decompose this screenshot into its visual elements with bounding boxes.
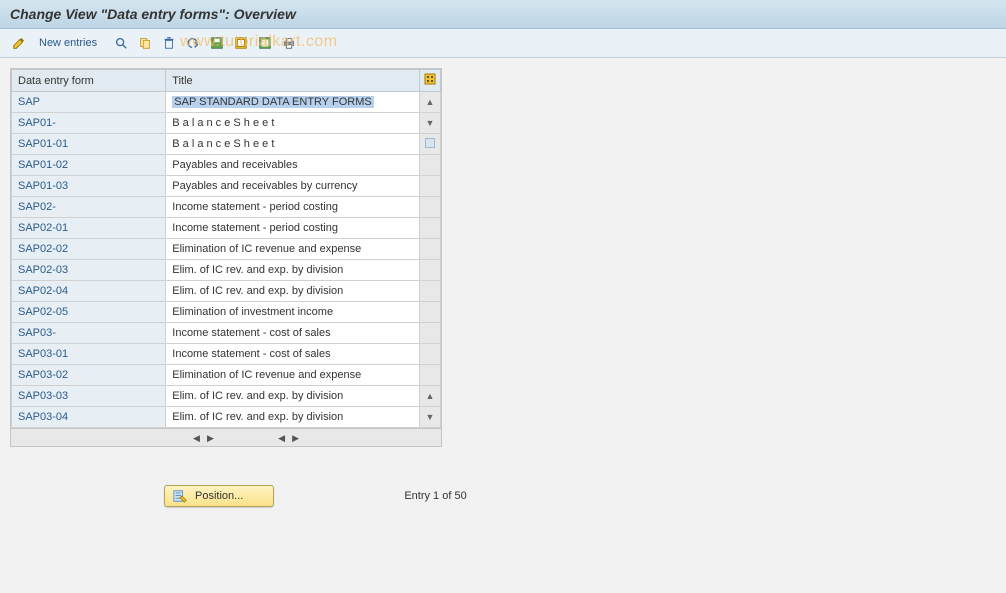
save-icon[interactable] [206, 33, 228, 53]
scroll-cell[interactable] [419, 176, 440, 197]
cell-code[interactable]: SAP [12, 92, 166, 113]
table-row[interactable]: SAP01-B a l a n c e S h e e t▼ [12, 113, 441, 134]
cell-title[interactable]: Income statement - cost of sales [166, 344, 420, 365]
position-button[interactable]: Position... [164, 485, 274, 507]
scroll-cell[interactable] [419, 155, 440, 176]
cell-title[interactable]: Elim. of IC rev. and exp. by division [166, 407, 420, 428]
position-button-label: Position... [195, 490, 243, 502]
table-row[interactable]: SAP03-02Elimination of IC revenue and ex… [12, 365, 441, 386]
scroll-cell[interactable] [419, 344, 440, 365]
deselect-all-icon[interactable] [254, 33, 276, 53]
scroll-up2-icon[interactable]: ▲ [420, 387, 440, 405]
cell-code[interactable]: SAP03- [12, 323, 166, 344]
cell-code[interactable]: SAP02-03 [12, 260, 166, 281]
cell-code[interactable]: SAP02-05 [12, 302, 166, 323]
cell-title[interactable]: B a l a n c e S h e e t [166, 134, 420, 155]
cell-code[interactable]: SAP02-01 [12, 218, 166, 239]
scroll-down2-icon[interactable]: ▼ [420, 408, 440, 426]
hscroll-right2-icon[interactable]: ▶ [290, 433, 301, 443]
table-row[interactable]: SAP02-03Elim. of IC rev. and exp. by div… [12, 260, 441, 281]
scroll-cell[interactable] [419, 302, 440, 323]
hscroll-right-icon[interactable]: ▶ [205, 433, 216, 443]
table-row[interactable]: SAP02-01Income statement - period costin… [12, 218, 441, 239]
cell-title[interactable]: Income statement - period costing [166, 218, 420, 239]
scroll-cell[interactable] [419, 218, 440, 239]
scroll-cell[interactable] [419, 197, 440, 218]
table-row[interactable]: SAP01-03Payables and receivables by curr… [12, 176, 441, 197]
scroll-cell[interactable] [419, 281, 440, 302]
scroll-cell[interactable] [419, 134, 440, 155]
cell-title[interactable]: Elimination of investment income [166, 302, 420, 323]
hscroll-left2-icon[interactable]: ◀ [276, 433, 287, 443]
delete-icon[interactable] [158, 33, 180, 53]
table-row[interactable]: SAP03-01Income statement - cost of sales [12, 344, 441, 365]
table-row[interactable]: SAP03-04Elim. of IC rev. and exp. by div… [12, 407, 441, 428]
horizontal-scrollbar[interactable]: ◀ ▶ ◀ ▶ [11, 428, 441, 446]
scroll-cell[interactable]: ▼ [419, 113, 440, 134]
cell-code[interactable]: SAP01-03 [12, 176, 166, 197]
cell-title[interactable]: Elimination of IC revenue and expense [166, 365, 420, 386]
table-row[interactable]: SAP02-Income statement - period costing [12, 197, 441, 218]
table-row[interactable]: SAP03-Income statement - cost of sales [12, 323, 441, 344]
cell-title[interactable]: Elimination of IC revenue and expense [166, 239, 420, 260]
new-entries-button[interactable]: New entries [32, 33, 104, 53]
copy-icon[interactable] [134, 33, 156, 53]
cell-title[interactable]: Income statement - cost of sales [166, 323, 420, 344]
scroll-cell[interactable] [419, 260, 440, 281]
cell-code[interactable]: SAP01- [12, 113, 166, 134]
scroll-cell[interactable] [419, 323, 440, 344]
table-row[interactable]: SAP01-02Payables and receivables [12, 155, 441, 176]
scroll-cell[interactable]: ▲ [419, 92, 440, 113]
cell-code[interactable]: SAP03-01 [12, 344, 166, 365]
col-header-title[interactable]: Title [166, 70, 420, 92]
cell-code[interactable]: SAP01-01 [12, 134, 166, 155]
cell-title[interactable]: Income statement - period costing [166, 197, 420, 218]
cell-code[interactable]: SAP02-02 [12, 239, 166, 260]
display-icon[interactable] [110, 33, 132, 53]
cell-title[interactable]: Payables and receivables by currency [166, 176, 420, 197]
page-title: Change View "Data entry forms": Overview [10, 6, 996, 22]
title-bar: Change View "Data entry forms": Overview [0, 0, 1006, 29]
col-header-code[interactable]: Data entry form [12, 70, 166, 92]
table-row[interactable]: SAP02-02Elimination of IC revenue and ex… [12, 239, 441, 260]
pencil-icon[interactable] [8, 33, 30, 53]
table-row[interactable]: SAP03-03Elim. of IC rev. and exp. by div… [12, 386, 441, 407]
undo-icon[interactable] [182, 33, 204, 53]
hscroll-left-icon[interactable]: ◀ [191, 433, 202, 443]
cell-code[interactable]: SAP03-04 [12, 407, 166, 428]
footer-bar: Position... Entry 1 of 50 [10, 485, 996, 507]
cell-title[interactable]: Elim. of IC rev. and exp. by division [166, 281, 420, 302]
table-row[interactable]: SAP02-05Elimination of investment income [12, 302, 441, 323]
table-row[interactable]: SAP02-04Elim. of IC rev. and exp. by div… [12, 281, 441, 302]
toolbar: New entries www.tutorialkart.com [0, 29, 1006, 58]
table-row[interactable]: SAP01-01B a l a n c e S h e e t [12, 134, 441, 155]
content-area: Data entry form Title SAPSAP STANDARD DA… [0, 58, 1006, 517]
cell-title[interactable]: SAP STANDARD DATA ENTRY FORMS [166, 92, 420, 113]
cell-title[interactable]: Elim. of IC rev. and exp. by division [166, 260, 420, 281]
table-row[interactable]: SAPSAP STANDARD DATA ENTRY FORMS▲ [12, 92, 441, 113]
cell-title[interactable]: Elim. of IC rev. and exp. by division [166, 386, 420, 407]
cell-code[interactable]: SAP03-03 [12, 386, 166, 407]
entry-count-text: Entry 1 of 50 [404, 490, 466, 502]
cell-title[interactable]: Payables and receivables [166, 155, 420, 176]
cell-code[interactable]: SAP02-04 [12, 281, 166, 302]
col-header-config[interactable] [419, 70, 440, 92]
cell-code[interactable]: SAP03-02 [12, 365, 166, 386]
scroll-up-icon[interactable]: ▲ [420, 93, 440, 111]
data-table-container: Data entry form Title SAPSAP STANDARD DA… [10, 68, 442, 447]
scroll-thumb[interactable] [425, 138, 435, 148]
cell-code[interactable]: SAP01-02 [12, 155, 166, 176]
scroll-cell[interactable] [419, 365, 440, 386]
data-table: Data entry form Title SAPSAP STANDARD DA… [11, 69, 441, 428]
scroll-cell[interactable]: ▼ [419, 407, 440, 428]
cell-code[interactable]: SAP02- [12, 197, 166, 218]
scroll-down-icon[interactable]: ▼ [420, 114, 440, 132]
scroll-cell[interactable] [419, 239, 440, 260]
print-icon[interactable] [278, 33, 300, 53]
cell-title[interactable]: B a l a n c e S h e e t [166, 113, 420, 134]
scroll-cell[interactable]: ▲ [419, 386, 440, 407]
select-all-icon[interactable] [230, 33, 252, 53]
